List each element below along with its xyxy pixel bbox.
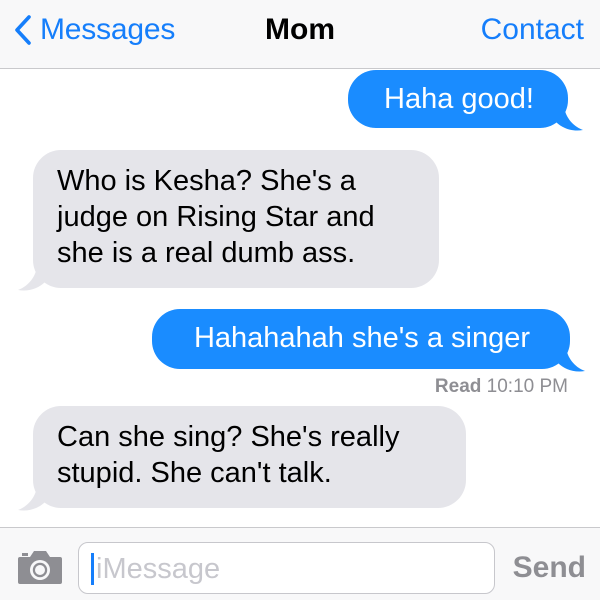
text-cursor <box>91 553 94 585</box>
nav-bar: Messages Mom Contact <box>0 0 600 69</box>
send-button[interactable]: Send <box>513 548 586 588</box>
read-receipt: Read 10:10 PM <box>435 376 568 398</box>
message-text-line: she is a real dumb ass. <box>57 237 356 269</box>
message-input-bar: iMessage Send <box>0 527 600 600</box>
message-bubble-incoming[interactable]: Can she sing? She's really stupid. She c… <box>33 406 466 508</box>
back-button-label: Messages <box>40 13 176 46</box>
camera-button[interactable] <box>16 548 64 586</box>
back-button[interactable]: Messages <box>14 10 175 50</box>
message-text-line: Who is Kesha? She's a <box>57 165 356 197</box>
message-text-line: judge on Rising Star and <box>57 201 375 233</box>
message-text: Hahahahah she's a singer <box>193 322 531 354</box>
message-text-line: stupid. She can't talk. <box>57 457 332 489</box>
imessage-input[interactable]: iMessage <box>78 542 495 594</box>
contact-button[interactable]: Contact <box>481 10 584 50</box>
chevron-left-icon <box>14 14 32 46</box>
read-receipt-time: 10:10 PM <box>486 376 568 397</box>
read-receipt-label: Read <box>434 376 482 397</box>
message-text-line: Can she sing? She's really <box>57 421 400 453</box>
message-text: Haha good! <box>384 83 534 115</box>
input-placeholder: iMessage <box>96 553 221 585</box>
message-bubble-incoming[interactable]: Who is Kesha? She's a judge on Rising St… <box>33 150 439 288</box>
message-bubble-outgoing[interactable]: Hahahahah she's a singer <box>152 309 570 369</box>
message-bubble-outgoing[interactable]: Haha good! <box>348 70 568 128</box>
messages-screen: Messages Mom Contact Haha good! Who is K… <box>0 0 600 600</box>
camera-icon <box>18 551 62 584</box>
